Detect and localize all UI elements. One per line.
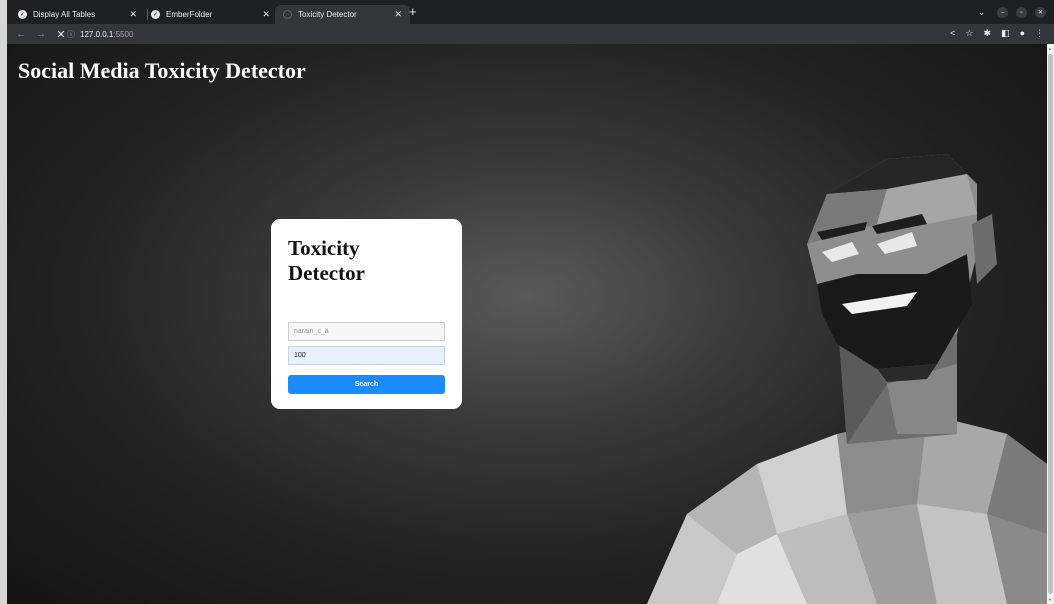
tab-title: EmberFolder [166,10,213,19]
side-panel-icon[interactable]: ◧ [1001,28,1010,39]
share-icon[interactable]: < [950,28,955,39]
globe-icon: ✓ [151,10,160,19]
close-window-button[interactable]: ✕ [1035,7,1046,18]
tab-emberfolder[interactable]: ✓ EmberFolder ✕ [143,5,278,24]
window-controls: ⌄ – ▫ ✕ [978,7,1046,18]
loading-icon [283,10,292,19]
forward-button[interactable]: → [35,29,47,40]
scroll-up-icon[interactable]: ▲ [1048,46,1052,51]
restore-button[interactable]: ▫ [1016,7,1027,18]
lowpoly-man-illustration [647,154,1047,604]
url-port: :5500 [113,29,134,39]
back-button[interactable]: ← [15,29,27,40]
tab-strip: ✓ Display All Tables ✕ ✓ EmberFolder ✕ T… [7,0,1054,24]
scroll-down-icon[interactable]: ▼ [1048,597,1052,602]
close-icon[interactable]: ✕ [129,9,137,20]
tab-toxicity-detector[interactable]: Toxicity Detector ✕ [275,5,410,24]
browser-toolbar: ← → ✕ ⓘ 127.0.0.1 :5500 < ☆ ✱ ◧ ● ⋮ [7,24,1054,44]
url-host: 127.0.0.1 [80,29,114,39]
address-bar[interactable]: ⓘ 127.0.0.1 :5500 [67,26,967,42]
stop-loading-button[interactable]: ✕ [55,28,67,41]
scrollbar-thumb[interactable] [1048,54,1053,594]
card-heading: Toxicity Detector [288,236,365,285]
tab-title: Toxicity Detector [298,10,357,19]
menu-icon[interactable]: ⋮ [1035,28,1044,39]
page-title: Social Media Toxicity Detector [18,58,306,83]
toolbar-actions: < ☆ ✱ ◧ ● ⋮ [950,28,1044,39]
profile-icon[interactable]: ● [1020,28,1025,39]
chevron-down-icon[interactable]: ⌄ [978,8,985,17]
tweet-count-input[interactable] [288,346,445,365]
new-tab-button[interactable]: + [409,5,417,19]
tab-display-all-tables[interactable]: ✓ Display All Tables ✕ [10,5,145,24]
browser-window: ✓ Display All Tables ✕ ✓ EmberFolder ✕ T… [7,0,1054,604]
detector-card: Toxicity Detector Search [271,219,462,409]
globe-icon: ✓ [18,10,27,19]
username-input[interactable] [288,322,445,341]
tab-title: Display All Tables [33,10,96,19]
minimize-button[interactable]: – [997,7,1008,18]
close-icon[interactable]: ✕ [394,9,402,20]
bookmark-star-icon[interactable]: ☆ [965,28,973,39]
info-icon[interactable]: ⓘ [67,29,75,40]
extensions-icon[interactable]: ✱ [984,28,992,39]
close-icon[interactable]: ✕ [262,9,270,20]
page-scrollbar[interactable]: ▲ ▼ [1047,44,1054,604]
page-content: Social Media Toxicity Detector Toxicity … [7,44,1047,604]
search-button[interactable]: Search [288,375,445,394]
